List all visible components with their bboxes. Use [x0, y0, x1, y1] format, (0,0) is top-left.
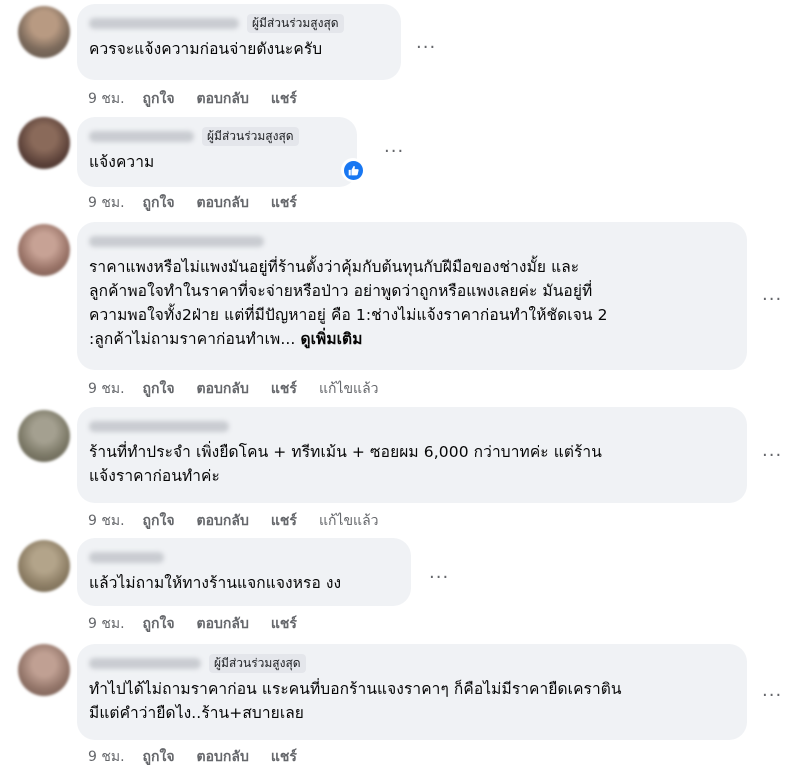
like-button[interactable]: ถูกใจ [143, 748, 175, 766]
commenter-row [89, 230, 735, 252]
comment-actions: 9 ชม. ถูกใจ ตอบกลับ แชร์ [88, 194, 319, 212]
avatar[interactable] [18, 6, 70, 58]
share-button[interactable]: แชร์ [271, 512, 297, 530]
reply-button[interactable]: ตอบกลับ [197, 512, 249, 530]
like-button[interactable]: ถูกใจ [143, 194, 175, 212]
more-options-icon[interactable]: ··· [762, 447, 782, 465]
commenter-row [89, 546, 399, 568]
avatar[interactable] [18, 224, 70, 276]
comment-actions: 9 ชม. ถูกใจ ตอบกลับ แชร์ [88, 748, 319, 766]
more-options-icon[interactable]: ··· [762, 291, 782, 309]
see-more-link[interactable]: ดูเพิ่มเติม [300, 330, 362, 348]
reply-button[interactable]: ตอบกลับ [197, 748, 249, 766]
commenter-row: ผู้มีส่วนร่วมสูงสุด [89, 125, 345, 147]
avatar[interactable] [18, 540, 70, 592]
comment-timestamp[interactable]: 9 ชม. [88, 615, 125, 633]
reply-button[interactable]: ตอบกลับ [197, 615, 249, 633]
share-button[interactable]: แชร์ [271, 90, 297, 108]
reply-button[interactable]: ตอบกลับ [197, 380, 249, 398]
avatar[interactable] [18, 117, 70, 169]
comment-timestamp[interactable]: 9 ชม. [88, 380, 125, 398]
edited-label[interactable]: แก้ไขแล้ว [319, 380, 379, 398]
comment-timestamp[interactable]: 9 ชม. [88, 512, 125, 530]
commenter-name[interactable] [89, 551, 164, 563]
commenter-name[interactable] [89, 420, 229, 432]
more-options-icon[interactable]: ··· [429, 569, 449, 587]
comment-actions: 9 ชม. ถูกใจ ตอบกลับ แชร์ แก้ไขแล้ว [88, 380, 401, 398]
comment-text: ควรจะแจ้งความก่อนจ่ายตังนะครับ [89, 40, 323, 58]
reply-button[interactable]: ตอบกลับ [197, 194, 249, 212]
thumbs-up-icon [343, 160, 363, 180]
like-button[interactable]: ถูกใจ [143, 90, 175, 108]
reaction-badge[interactable] [341, 158, 365, 182]
edited-label[interactable]: แก้ไขแล้ว [319, 512, 379, 530]
reply-button[interactable]: ตอบกลับ [197, 90, 249, 108]
comment-actions: 9 ชม. ถูกใจ ตอบกลับ แชร์ [88, 615, 319, 633]
avatar[interactable] [18, 410, 70, 462]
like-button[interactable]: ถูกใจ [143, 380, 175, 398]
comment-actions: 9 ชม. ถูกใจ ตอบกลับ แชร์ [88, 90, 319, 108]
share-button[interactable]: แชร์ [271, 380, 297, 398]
comment-bubble: ราคาแพงหรือไม่แพงมันอยู่ที่ร้านตั้งว่าคุ… [77, 222, 747, 370]
comment-text: แจ้งความ [89, 153, 155, 171]
comment-text: ราคาแพงหรือไม่แพงมันอยู่ที่ร้านตั้งว่าคุ… [89, 255, 735, 351]
more-options-icon[interactable]: ··· [416, 39, 436, 57]
like-button[interactable]: ถูกใจ [143, 512, 175, 530]
more-options-icon[interactable]: ··· [762, 687, 782, 705]
comment-bubble: ผู้มีส่วนร่วมสูงสุด แจ้งความ [77, 117, 357, 187]
commenter-name[interactable] [89, 17, 239, 29]
top-contributor-badge[interactable]: ผู้มีส่วนร่วมสูงสุด [202, 126, 299, 146]
top-contributor-badge[interactable]: ผู้มีส่วนร่วมสูงสุด [247, 13, 344, 33]
comment-bubble: แล้วไม่ถามให้ทางร้านแจกแจงหรอ งง [77, 538, 411, 606]
share-button[interactable]: แชร์ [271, 748, 297, 766]
comment-timestamp[interactable]: 9 ชม. [88, 748, 125, 766]
top-contributor-badge[interactable]: ผู้มีส่วนร่วมสูงสุด [209, 653, 306, 673]
commenter-row: ผู้มีส่วนร่วมสูงสุด [89, 652, 735, 674]
share-button[interactable]: แชร์ [271, 615, 297, 633]
commenter-row [89, 415, 735, 437]
commenter-name[interactable] [89, 235, 264, 247]
comment-actions: 9 ชม. ถูกใจ ตอบกลับ แชร์ แก้ไขแล้ว [88, 512, 401, 530]
commenter-name[interactable] [89, 657, 201, 669]
comment-bubble: ผู้มีส่วนร่วมสูงสุด ควรจะแจ้งความก่อนจ่า… [77, 4, 401, 80]
avatar[interactable] [18, 644, 70, 696]
share-button[interactable]: แชร์ [271, 194, 297, 212]
like-button[interactable]: ถูกใจ [143, 615, 175, 633]
commenter-row: ผู้มีส่วนร่วมสูงสุด [89, 12, 389, 34]
more-options-icon[interactable]: ··· [384, 143, 404, 161]
comment-bubble: ผู้มีส่วนร่วมสูงสุด ทำไปได้ไม่ถามราคาก่อ… [77, 644, 747, 740]
comment-timestamp[interactable]: 9 ชม. [88, 194, 125, 212]
comment-bubble: ร้านที่ทำประจำ เพิ่งยืดโคน + ทรีทเม้น + … [77, 407, 747, 503]
comment-text: แล้วไม่ถามให้ทางร้านแจกแจงหรอ งง [89, 574, 342, 592]
comment-timestamp[interactable]: 9 ชม. [88, 90, 125, 108]
comment-text: ทำไปได้ไม่ถามราคาก่อน แระคนที่บอกร้านแจง… [89, 680, 622, 722]
commenter-name[interactable] [89, 130, 194, 142]
comment-text: ร้านที่ทำประจำ เพิ่งยืดโคน + ทรีทเม้น + … [89, 443, 602, 485]
